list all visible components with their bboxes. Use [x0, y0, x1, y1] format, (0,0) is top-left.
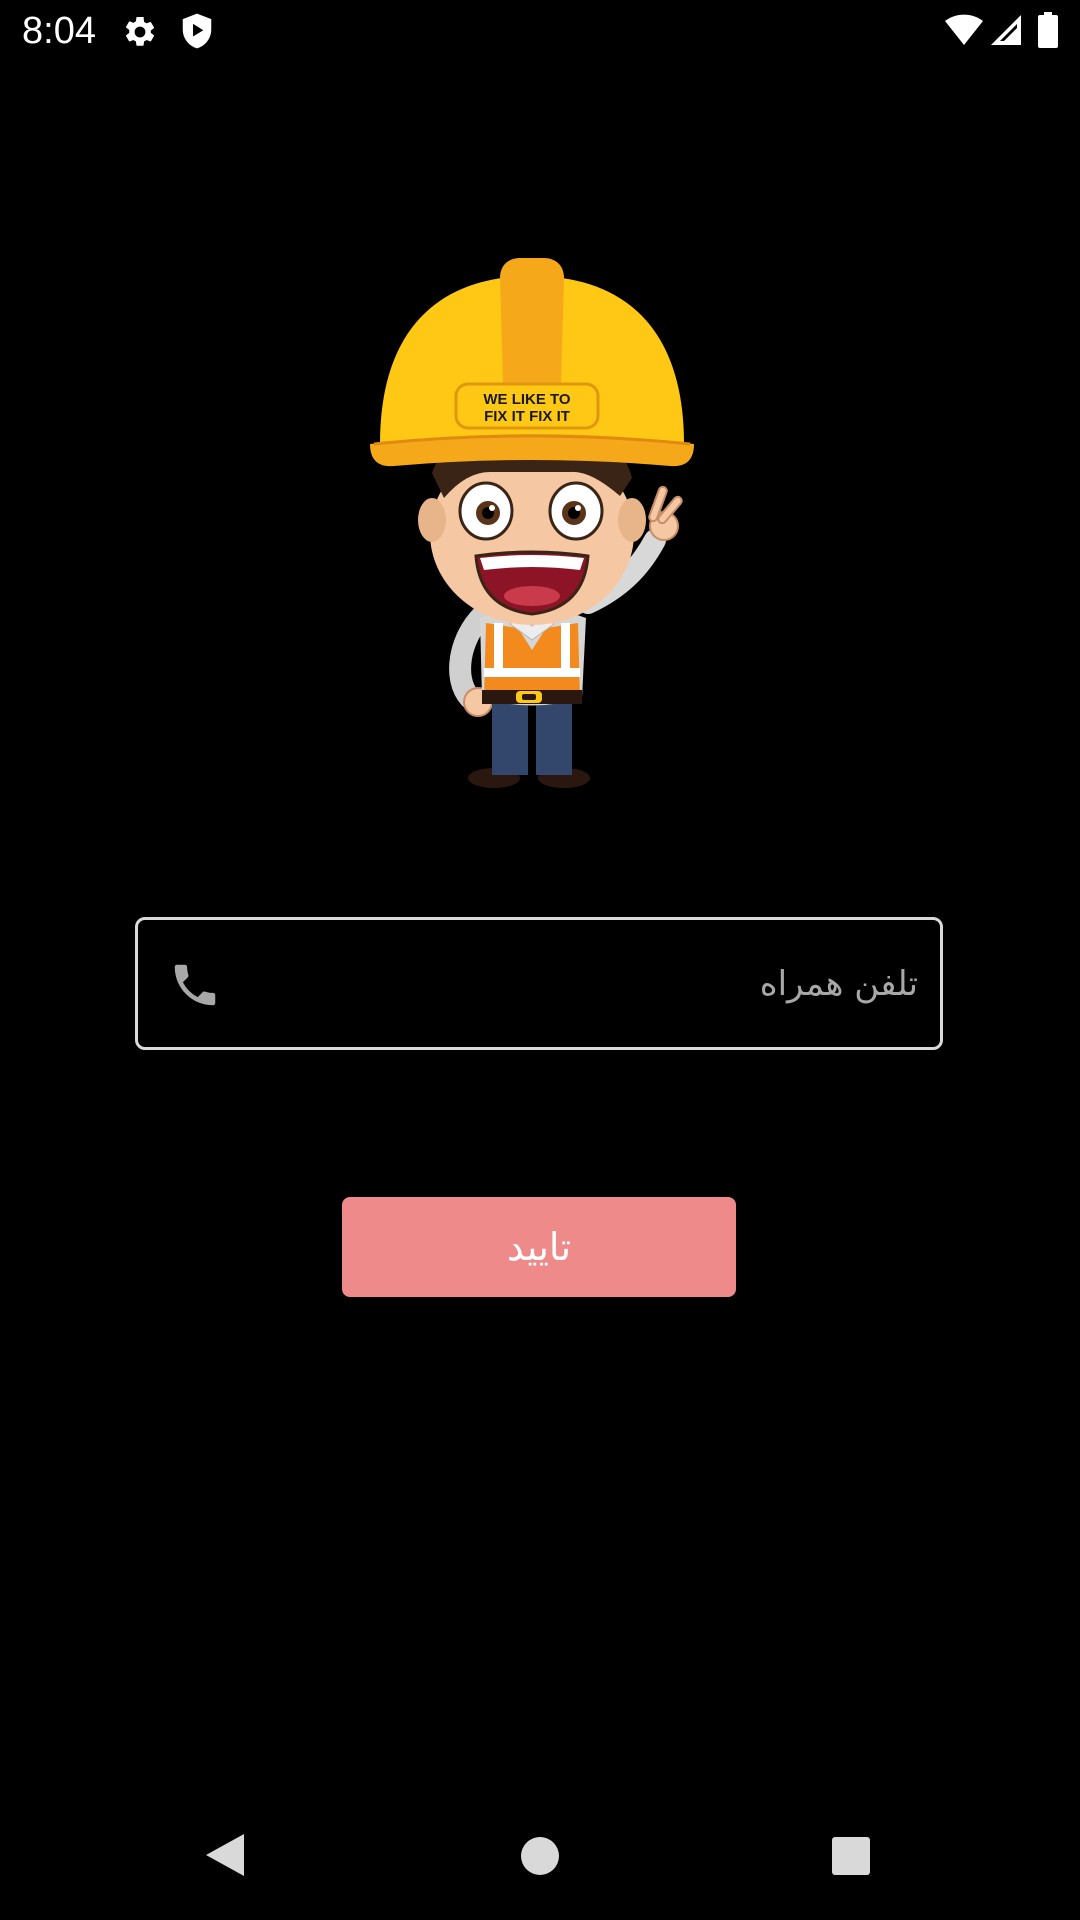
home-icon[interactable]: [519, 1835, 561, 1877]
wifi-icon: [945, 14, 983, 45]
shield-play-icon: [182, 13, 212, 49]
signal-icon: [991, 15, 1021, 45]
recents-icon[interactable]: [830, 1835, 872, 1877]
phone-field[interactable]: [135, 917, 943, 1050]
status-time: 8:04: [22, 10, 96, 52]
mascot-illustration: WE LIKE TO FIX IT FIX IT: [370, 258, 694, 788]
back-icon[interactable]: [204, 1832, 246, 1878]
helmet-text-line1: WE LIKE TO: [483, 391, 571, 408]
phone-input[interactable]: [248, 920, 918, 1047]
confirm-button[interactable]: تایید: [342, 1197, 736, 1297]
status-bar: 8:04: [0, 0, 1080, 63]
gear-icon: [125, 16, 155, 46]
navigation-bar: [0, 1800, 1080, 1920]
helmet-text-line2: FIX IT FIX IT: [484, 408, 570, 425]
battery-icon: [1038, 12, 1058, 48]
phone-icon: [174, 964, 216, 1006]
